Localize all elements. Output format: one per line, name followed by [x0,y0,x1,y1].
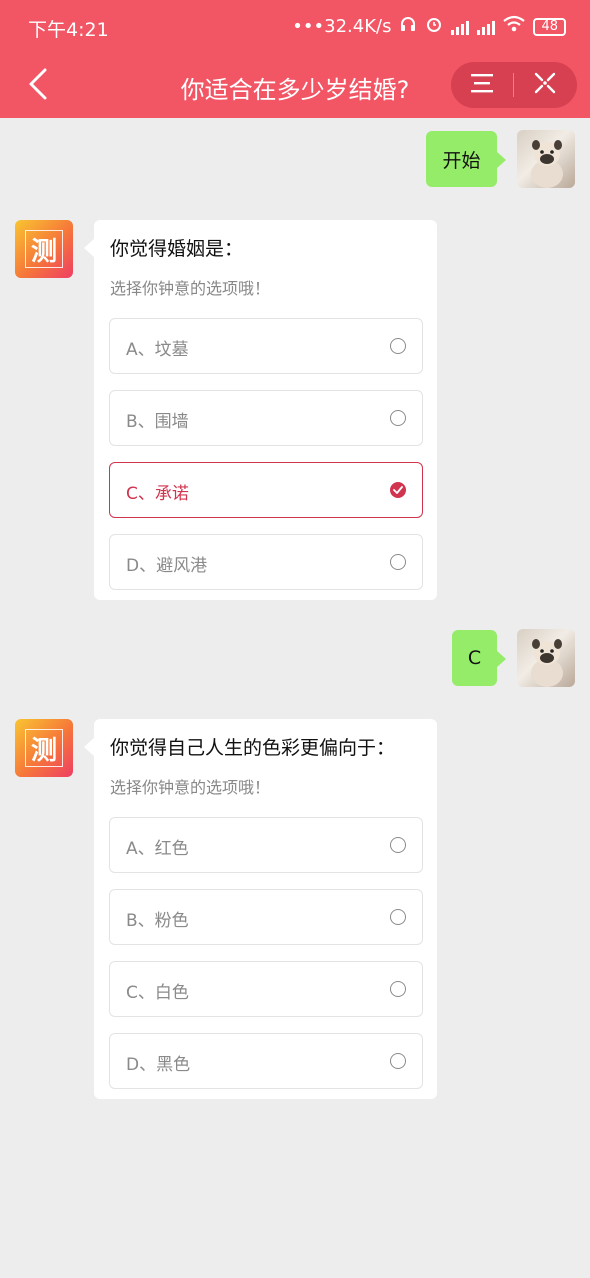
option-c[interactable]: C、白色 [109,961,423,1017]
option-label: C、白色 [126,983,189,1003]
mini-program-capsule [451,62,577,108]
question-hint: 选择你钟意的选项哦！ [110,778,271,797]
radio-icon [390,410,406,426]
checked-radio-icon [390,482,406,498]
network-speed: •••32.4K/s [292,16,392,37]
option-d[interactable]: D、黑色 [109,1033,423,1089]
signal-icon [477,19,496,35]
battery-icon: 48 [533,17,566,36]
wifi-icon [503,15,526,38]
option-a[interactable]: A、红色 [109,817,423,873]
back-button[interactable] [18,66,58,106]
radio-icon [390,909,406,925]
user-avatar[interactable] [517,130,575,188]
user-message-bubble: C [452,630,506,686]
question-title: 你觉得自己人生的色彩更偏向于： [110,737,396,759]
chevron-left-icon [28,68,48,104]
alarm-icon [425,15,443,38]
option-b[interactable]: B、围墙 [109,390,423,446]
signal-icon [451,19,470,35]
bot-avatar: 测 [15,220,73,278]
option-label: D、黑色 [126,1055,191,1075]
option-label: A、坟墓 [126,340,189,360]
radio-icon [390,837,406,853]
close-button[interactable] [514,62,576,108]
status-bar: 下午4:21 •••32.4K/s 48 [0,0,590,54]
radio-icon [390,338,406,354]
option-label: C、承诺 [126,484,189,504]
pug-avatar-icon [531,639,563,687]
question-card: 你觉得婚姻是： 选择你钟意的选项哦！ A、坟墓 B、围墙 C、承诺 D、避风港 [84,220,437,600]
option-label: D、避风港 [126,556,208,576]
option-label: B、围墙 [126,412,189,432]
option-d[interactable]: D、避风港 [109,534,423,590]
bot-logo: 测 [25,230,63,268]
page-title: 你适合在多少岁结婚? [180,76,410,104]
option-b[interactable]: B、粉色 [109,889,423,945]
status-time: 下午4:21 [28,19,109,41]
radio-icon [390,1053,406,1069]
question-hint: 选择你钟意的选项哦！ [110,279,271,298]
option-label: A、红色 [126,839,189,859]
option-a[interactable]: A、坟墓 [109,318,423,374]
user-message-bubble: 开始 [426,131,506,187]
nav-bar: 你适合在多少岁结婚? [0,54,590,118]
top-bar: 下午4:21 •••32.4K/s 48 你适合在多少岁结婚? [0,0,590,118]
question-card: 你觉得自己人生的色彩更偏向于： 选择你钟意的选项哦！ A、红色 B、粉色 C、白… [84,719,437,1099]
user-message-text: C [467,647,482,669]
user-avatar[interactable] [517,629,575,687]
menu-button[interactable] [451,62,513,108]
headphone-icon [399,15,417,38]
question-title: 你觉得婚姻是： [110,238,244,260]
option-label: B、粉色 [126,911,189,931]
option-c[interactable]: C、承诺 [109,462,423,518]
status-icons: •••32.4K/s 48 [292,15,566,38]
radio-icon [390,981,406,997]
menu-icon [471,73,493,97]
pug-avatar-icon [531,140,563,188]
close-icon [533,71,557,99]
radio-icon [390,554,406,570]
user-message-text: 开始 [442,149,481,172]
bot-logo: 测 [25,729,63,767]
bot-avatar: 测 [15,719,73,777]
